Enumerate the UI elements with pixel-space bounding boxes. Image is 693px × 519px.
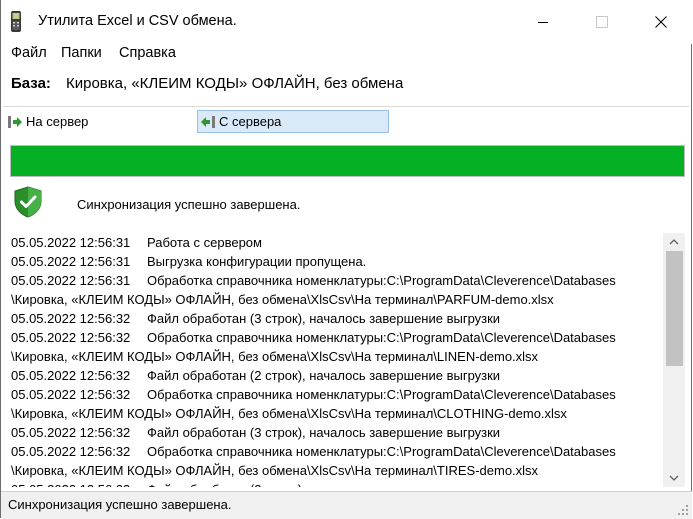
log-message: Файл обработан (2 строк), началось завер… xyxy=(147,368,501,383)
log-timestamp: 05.05.2022 12:56:32 xyxy=(11,425,131,440)
status-bar: Синхронизация успешно завершена. xyxy=(1,491,692,519)
log-timestamp: 05.05.2022 12:56:31 xyxy=(11,235,131,250)
tab-to-server-label: На сервер xyxy=(26,114,89,129)
scanner-app-icon xyxy=(11,11,21,32)
divider xyxy=(3,106,689,107)
log-line: 05.05.2022 12:56:32 Файл обработан (2 стр… xyxy=(5,366,663,385)
window-title: Утилита Excel и CSV обмена. xyxy=(38,13,237,29)
log-line: 05.05.2022 12:56:32 Файл обработан (3 стр… xyxy=(5,309,663,328)
minimize-icon xyxy=(538,22,548,23)
log-line: 05.05.2022 12:56:32 Обработка справочника… xyxy=(5,328,663,347)
upload-arrow-icon xyxy=(8,115,22,128)
base-value: Кировка, «КЛЕИМ КОДЫ» ОФЛАЙН, без обмена xyxy=(66,75,404,92)
tab-from-server[interactable]: С сервера xyxy=(197,110,389,133)
base-info: База: Кировка, «КЛЕИМ КОДЫ» ОФЛАЙН, без … xyxy=(1,64,692,104)
log-line: \Кировка, «КЛЕИМ КОДЫ» ОФЛАЙН, без обмен… xyxy=(5,461,663,480)
menu-help[interactable]: Справка xyxy=(119,45,176,61)
progress-bar xyxy=(10,145,685,177)
log-message: \Кировка, «КЛЕИМ КОДЫ» ОФЛАЙН, без обмен… xyxy=(11,463,539,478)
log-message: Файл обработан (2 строк), началось завер… xyxy=(147,482,500,487)
status-message: Синхронизация успешно завершена. xyxy=(77,197,301,212)
close-button[interactable] xyxy=(638,0,684,44)
log-message: Работа с сервером xyxy=(147,235,262,250)
log-message: Обработка справочника номенклатуры:C:\Pr… xyxy=(147,444,616,459)
log-message: Обработка справочника номенклатуры:C:\Pr… xyxy=(147,330,616,345)
log-line: 05.05.2022 12:56:31 Выгрузка конфигурации… xyxy=(5,252,663,271)
log-line: 05.05.2022 12:56:31 Работа с сервером xyxy=(5,233,663,252)
log-timestamp: 05.05.2022 12:56:32 xyxy=(11,387,131,402)
shield-check-icon xyxy=(14,186,42,218)
menu-bar: Файл Папки Справка xyxy=(1,44,692,64)
download-arrow-icon xyxy=(201,115,215,128)
log-timestamp: 05.05.2022 12:56:32 xyxy=(11,330,131,345)
log-timestamp: 05.05.2022 12:56:32 xyxy=(11,444,131,459)
close-icon xyxy=(655,16,667,28)
log-timestamp: 05.05.2022 12:56:32 xyxy=(11,480,147,487)
log-line: \Кировка, «КЛЕИМ КОДЫ» ОФЛАЙН, без обмен… xyxy=(5,290,663,309)
log-timestamp: 05.05.2022 12:56:31 xyxy=(11,273,131,288)
log-message: Файл обработан (3 строк), началось завер… xyxy=(147,311,501,326)
app-window: Утилита Excel и CSV обмена. Файл Папки С… xyxy=(0,0,692,519)
log-timestamp: 05.05.2022 12:56:32 xyxy=(11,368,131,383)
log-message: \Кировка, «КЛЕИМ КОДЫ» ОФЛАЙН, без обмен… xyxy=(11,292,554,307)
menu-file[interactable]: Файл xyxy=(11,45,47,61)
log-line: 05.05.2022 12:56:32 Файл обработан (3 стр… xyxy=(5,423,663,442)
scroll-up-button[interactable] xyxy=(663,233,685,250)
maximize-icon xyxy=(596,16,608,28)
chevron-up-icon xyxy=(669,239,679,245)
menu-folders[interactable]: Папки xyxy=(61,45,102,61)
log-message: Обработка справочника номенклатуры:C:\Pr… xyxy=(147,387,616,402)
log-message: Выгрузка конфигурации пропущена. xyxy=(147,254,367,269)
progress-fill xyxy=(11,146,684,176)
maximize-button[interactable] xyxy=(579,0,625,44)
tab-from-server-label: С сервера xyxy=(219,114,282,129)
minimize-button[interactable] xyxy=(520,0,566,44)
scroll-down-button[interactable] xyxy=(663,470,685,487)
log-line: 05.05.2022 12:56:31 Обработка справочника… xyxy=(5,271,663,290)
title-bar: Утилита Excel и CSV обмена. xyxy=(1,0,692,44)
log-message: Обработка справочника номенклатуры:C:\Pr… xyxy=(147,273,616,288)
log-line: \Кировка, «КЛЕИМ КОДЫ» ОФЛАЙН, без обмен… xyxy=(5,347,663,366)
tab-to-server[interactable]: На сервер xyxy=(5,110,191,133)
log-message: Файл обработан (3 строк), началось завер… xyxy=(147,425,501,440)
base-label: База: xyxy=(11,75,51,92)
log-line: 05.05.2022 12:56:32 Обработка справочника… xyxy=(5,442,663,461)
log-timestamp: 05.05.2022 12:56:31 xyxy=(11,254,131,269)
log-line: 05.05.2022 12:56:32Файл обработан (2 стр… xyxy=(5,480,663,487)
log-message: \Кировка, «КЛЕИМ КОДЫ» ОФЛАЙН, без обмен… xyxy=(11,349,539,364)
log-line: 05.05.2022 12:56:32 Обработка справочника… xyxy=(5,385,663,404)
chevron-down-icon xyxy=(669,475,679,481)
log-message: \Кировка, «КЛЕИМ КОДЫ» ОФЛАЙН, без обмен… xyxy=(11,406,567,421)
log-line: \Кировка, «КЛЕИМ КОДЫ» ОФЛАЙН, без обмен… xyxy=(5,404,663,423)
status-bar-text: Синхронизация успешно завершена. xyxy=(8,497,232,512)
vertical-scrollbar[interactable] xyxy=(663,233,685,487)
log-list[interactable]: 05.05.2022 12:56:31 Работа с сервером 05.0… xyxy=(5,233,663,487)
scroll-thumb[interactable] xyxy=(666,251,683,366)
resize-grip-icon[interactable] xyxy=(677,504,689,516)
log-timestamp: 05.05.2022 12:56:32 xyxy=(11,311,131,326)
